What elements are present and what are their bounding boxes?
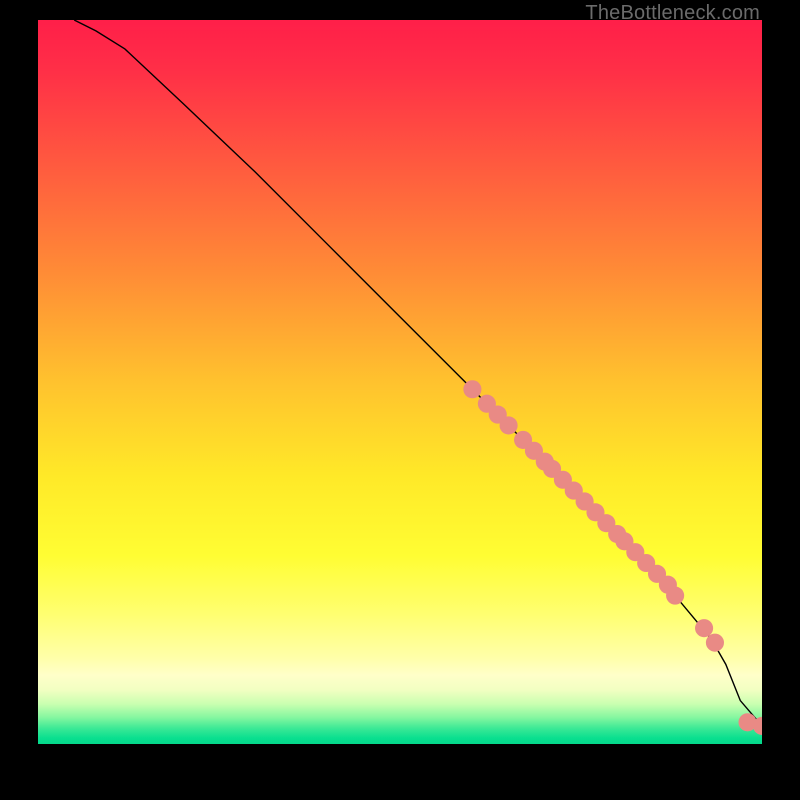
data-layer xyxy=(38,20,762,744)
data-point xyxy=(695,619,713,637)
data-point xyxy=(500,416,518,434)
curve-line xyxy=(74,20,762,726)
plot-area xyxy=(38,20,762,762)
data-point xyxy=(666,587,684,605)
chart-stage: TheBottleneck.com xyxy=(0,0,800,800)
data-point xyxy=(463,380,481,398)
dot-cluster xyxy=(463,380,762,735)
data-point xyxy=(706,634,724,652)
